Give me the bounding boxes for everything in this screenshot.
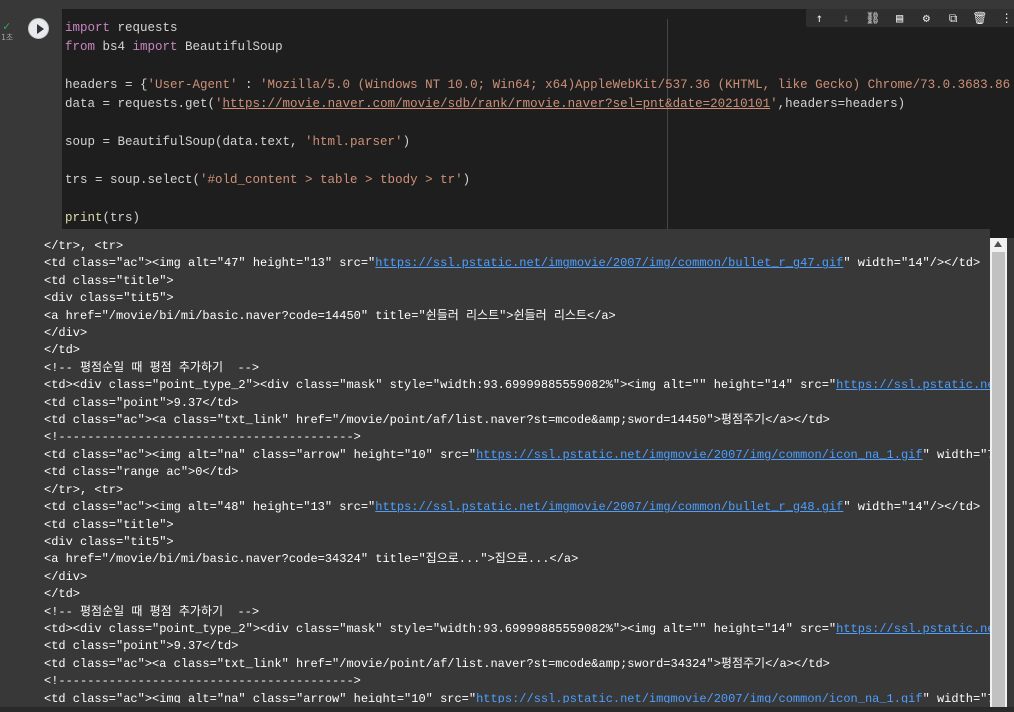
output-line: </td> bbox=[44, 343, 81, 358]
cell-gutter: ✓ 1초 bbox=[0, 0, 20, 712]
mirror-cell-icon[interactable]: ⧉ bbox=[943, 9, 963, 27]
output-line: <td class="range ac">0</td> bbox=[44, 465, 239, 480]
code-editor[interactable]: import requests from bs4 import Beautifu… bbox=[62, 9, 1014, 238]
link-icon[interactable]: ⛓ bbox=[863, 9, 883, 27]
code-line: print(trs) bbox=[65, 211, 141, 225]
output-line: <td><div class="point_type_2"><div class… bbox=[44, 622, 990, 636]
code-line: data = requests.get('https://movie.naver… bbox=[65, 97, 906, 111]
code-line: from bs4 import BeautifulSoup bbox=[65, 40, 283, 54]
output-line: </tr>, <tr> bbox=[44, 482, 124, 497]
scroll-up-arrow-icon[interactable] bbox=[994, 241, 1002, 247]
move-down-icon[interactable]: ↓ bbox=[836, 9, 856, 27]
output-line: <td class="ac"><a class="txt_link" href=… bbox=[44, 656, 830, 671]
code-line: headers = {'User-Agent' : 'Mozilla/5.0 (… bbox=[65, 78, 1014, 92]
move-up-icon[interactable]: ↑ bbox=[809, 9, 829, 27]
execution-time: 1초 bbox=[1, 33, 14, 42]
output-line: </div> bbox=[44, 569, 88, 584]
output-line: <td class="ac"><img alt="48" height="13"… bbox=[44, 500, 981, 515]
output-line: <td class="point">9.37</td> bbox=[44, 639, 239, 654]
output-line: <!--------------------------------------… bbox=[44, 674, 361, 689]
output-line: <a href="/movie/bi/mi/basic.naver?code=3… bbox=[44, 552, 579, 567]
output-line: </div> bbox=[44, 326, 88, 341]
output-text: </tr>, <tr> <td class="ac"><img alt="47"… bbox=[44, 238, 990, 703]
bottom-bar bbox=[0, 707, 1014, 712]
output-line: <!-- 평점순일 때 평점 추가하기 --> bbox=[44, 604, 260, 619]
output-link[interactable]: https://ssl.pstatic.net/imgmovie/2007/im… bbox=[476, 692, 922, 703]
output-link[interactable]: https://ssl.pstatic.net/imgmovie/2007/im… bbox=[375, 500, 843, 514]
output-vertical-scrollbar[interactable] bbox=[990, 238, 1007, 712]
more-options-icon[interactable]: ⋮ bbox=[997, 9, 1014, 27]
delete-icon[interactable]: 🗑 bbox=[970, 9, 990, 27]
output-line: </tr>, <tr> bbox=[44, 239, 124, 253]
output-line: <td class="title"> bbox=[44, 273, 174, 288]
output-line: <td class="point">9.37</td> bbox=[44, 395, 239, 410]
output-line: <div class="tit5"> bbox=[44, 291, 174, 306]
output-link[interactable]: https://ssl.pstatic.net bbox=[836, 378, 990, 392]
code-line: trs = soup.select('#old_content > table … bbox=[65, 173, 471, 187]
output-line: <a href="/movie/bi/mi/basic.naver?code=1… bbox=[44, 308, 616, 323]
code-url-link[interactable]: https://movie.naver.com/movie/sdb/rank/r… bbox=[223, 97, 771, 111]
comment-icon[interactable]: ▤ bbox=[890, 9, 910, 27]
output-link[interactable]: https://ssl.pstatic.net/imgmovie/2007/im… bbox=[375, 256, 843, 270]
output-line: <td><div class="point_type_2"><div class… bbox=[44, 378, 990, 392]
execution-success-icon: ✓ bbox=[3, 19, 11, 33]
output-line: <div class="tit5"> bbox=[44, 534, 174, 549]
output-line: <td class="ac"><img alt="na" class="arro… bbox=[44, 447, 990, 462]
output-line: <td class="ac"><img alt="na" class="arro… bbox=[44, 692, 990, 703]
settings-icon[interactable]: ⚙ bbox=[916, 9, 936, 27]
output-line: </td> bbox=[44, 587, 81, 602]
run-cell-button[interactable] bbox=[28, 18, 49, 39]
output-line: <td class="title"> bbox=[44, 517, 174, 532]
code-line: soup = BeautifulSoup(data.text, 'html.pa… bbox=[65, 135, 411, 149]
output-link[interactable]: https://ssl.pstatic.net/imgmovie/2007/im… bbox=[476, 448, 922, 462]
scrollbar-thumb[interactable] bbox=[992, 252, 1005, 712]
cell-toolbar: ↑ ↓ ⛓ ▤ ⚙ ⧉ 🗑 ⋮ bbox=[806, 9, 1014, 27]
output-line: <!--------------------------------------… bbox=[44, 430, 361, 445]
output-link[interactable]: https://ssl.pstatic.net bbox=[836, 622, 990, 636]
cell-output: </tr>, <tr> <td class="ac"><img alt="47"… bbox=[42, 229, 990, 703]
code-text: import requests from bs4 import Beautifu… bbox=[65, 19, 1014, 228]
code-line: import requests bbox=[65, 21, 178, 35]
output-line: <!-- 평점순일 때 평점 추가하기 --> bbox=[44, 360, 260, 375]
output-line: <td class="ac"><img alt="47" height="13"… bbox=[44, 256, 981, 271]
output-line: <td class="ac"><a class="txt_link" href=… bbox=[44, 413, 830, 428]
